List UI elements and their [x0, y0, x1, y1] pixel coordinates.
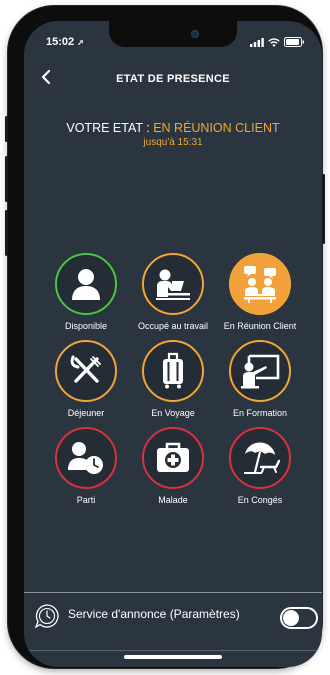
status-ring [55, 253, 117, 315]
service-label[interactable]: Service d'annonce (Paramètres) [68, 607, 240, 621]
status-ring [142, 340, 204, 402]
home-indicator[interactable] [124, 655, 222, 659]
status-label: En Voyage [151, 408, 195, 418]
phone-frame: 15:02 ➚ ETAT DE PRESENCE VOTRE ETAT: EN… [5, 6, 325, 668]
power-button [322, 174, 325, 244]
toggle-knob [283, 610, 299, 626]
person-icon [72, 269, 100, 300]
status-label: Parti [76, 495, 96, 505]
status-ring [229, 427, 291, 489]
divider [24, 650, 322, 651]
status-en-reunion-client[interactable]: En Réunion Client [215, 253, 305, 331]
status-ring [142, 253, 204, 315]
status-ring-selected [229, 253, 291, 315]
status-en-conges[interactable]: En Congés [215, 427, 305, 505]
presentation-board-icon [241, 354, 280, 389]
status-ring [142, 427, 204, 489]
status-label: Occupé au travail [137, 321, 209, 331]
status-en-formation[interactable]: En Formation [215, 340, 305, 418]
volume-up-button [5, 156, 8, 202]
status-label: En Congés [237, 495, 283, 505]
status-en-voyage[interactable]: En Voyage [128, 340, 218, 418]
status-disponible[interactable]: Disponible [41, 253, 131, 331]
notch [109, 21, 237, 47]
clock-speech-icon [34, 604, 59, 629]
beach-umbrella-icon [244, 442, 280, 474]
mute-switch [5, 116, 8, 142]
fork-knife-icon [70, 355, 101, 383]
status-label: Déjeuner [67, 408, 105, 418]
status-occupe-au-travail[interactable]: Occupé au travail [128, 253, 218, 331]
divider [24, 592, 322, 593]
status-malade[interactable]: Malade [128, 427, 218, 505]
status-label: En Formation [232, 408, 288, 418]
status-ring [229, 340, 291, 402]
service-row: Service d'annonce (Paramètres) [34, 601, 318, 631]
meeting-icon [244, 266, 276, 303]
medical-kit-icon [157, 442, 189, 472]
service-toggle[interactable] [280, 607, 318, 629]
status-dejeuner[interactable]: Déjeuner [41, 340, 131, 418]
camera [191, 30, 199, 38]
app-screen: 15:02 ➚ ETAT DE PRESENCE VOTRE ETAT: EN… [24, 21, 322, 667]
status-label: En Réunion Client [223, 321, 297, 331]
status-label: Disponible [64, 321, 108, 331]
status-ring [55, 427, 117, 489]
status-ring [55, 340, 117, 402]
status-parti[interactable]: Parti [41, 427, 131, 505]
volume-down-button [5, 210, 8, 256]
status-label: Malade [158, 495, 188, 505]
person-at-laptop-icon [156, 269, 190, 300]
suitcase-icon [163, 352, 183, 389]
status-grid: Disponible Occupé au travail En Réunion … [24, 21, 322, 667]
person-clock-icon [68, 442, 103, 474]
